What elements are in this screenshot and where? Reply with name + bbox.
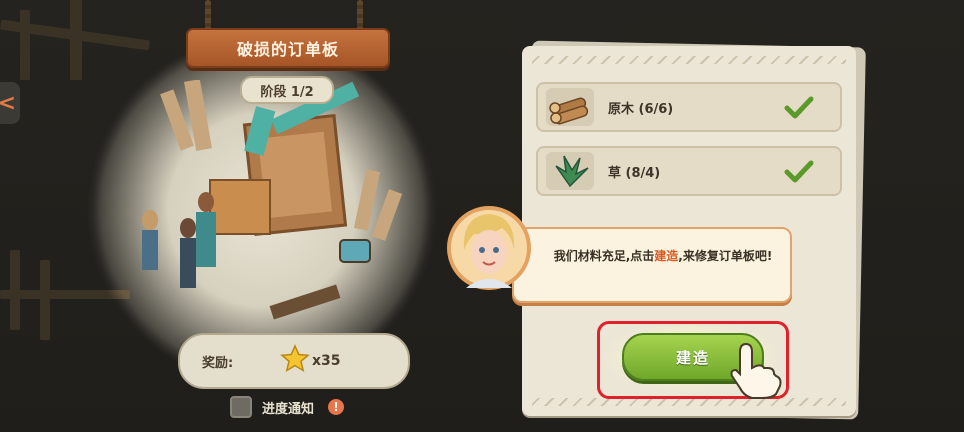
reward-bar: 奖励: x35 <box>178 333 410 389</box>
board-title: 破损的订单板 <box>236 40 339 59</box>
stage-label: 阶段 1/2 <box>260 84 314 100</box>
character-avatar <box>447 206 531 290</box>
grass-icon <box>546 152 594 190</box>
progress-notify-checkbox[interactable] <box>230 396 252 418</box>
dialog-text-part: ,来修复订单板吧! <box>678 249 773 263</box>
warning-icon[interactable]: ! <box>328 399 345 415</box>
board-title-banner: 破损的订单板 <box>186 28 390 68</box>
progress-notify-row: 进度通知 ! <box>230 396 345 418</box>
panel-border-bottom <box>532 398 846 406</box>
broken-board-illustration <box>142 80 403 320</box>
chevron-left-icon: < <box>0 90 16 116</box>
progress-notify-label: 进度通知 <box>262 401 315 417</box>
resource-label-log: 原木 (6/6) <box>608 102 674 117</box>
tutorial-dialog: 我们材料充足,点击建造,来修复订单板吧! <box>512 227 792 303</box>
reward-label: 奖励: <box>202 355 234 371</box>
panel-border-top <box>532 56 846 64</box>
dialog-text-highlight: 建造 <box>654 249 679 263</box>
check-icon <box>784 160 814 183</box>
fence-post <box>20 10 30 80</box>
tutorial-dialog-text: 我们材料充足,点击建造,来修复订单板吧! <box>544 247 782 265</box>
stage-indicator: 阶段 1/2 <box>240 76 334 104</box>
fence-post <box>40 260 50 340</box>
resource-row-log: 原木 (6/6) <box>536 82 842 132</box>
star-icon <box>280 344 310 373</box>
left-back-button[interactable]: < <box>0 82 20 124</box>
pointing-hand-icon <box>730 342 782 399</box>
resource-label-grass: 草 (8/4) <box>608 166 661 181</box>
dialog-text-part: 我们材料充足,点击 <box>553 249 655 263</box>
resource-row-grass: 草 (8/4) <box>536 146 842 196</box>
fence-rail <box>0 290 130 299</box>
reward-count: x35 <box>312 353 341 369</box>
check-icon <box>784 96 814 119</box>
log-icon <box>546 88 594 126</box>
